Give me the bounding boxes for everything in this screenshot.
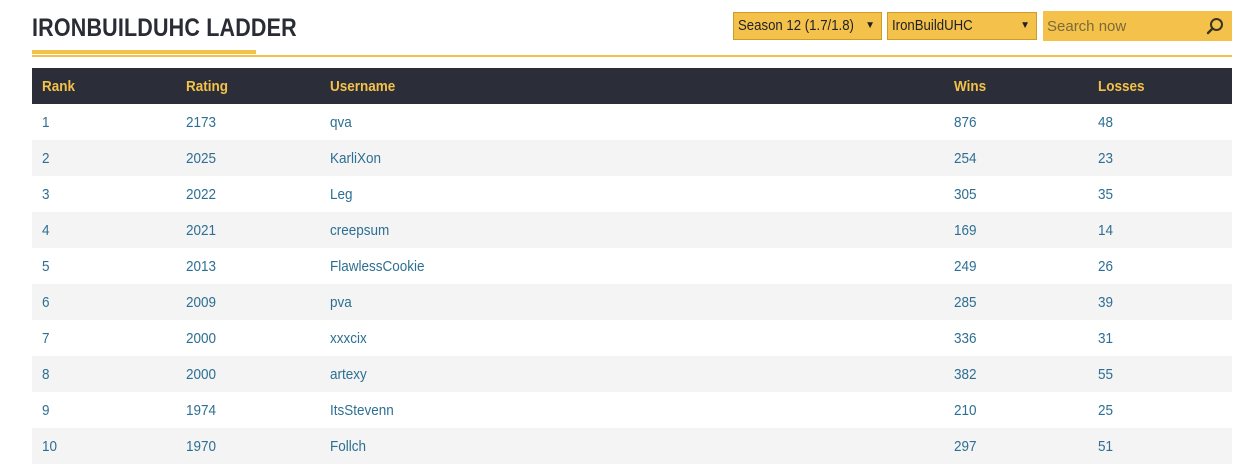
rating-cell: 2000: [186, 365, 217, 383]
rank-cell: 2: [42, 149, 50, 167]
losses-cell: 25: [1098, 401, 1114, 419]
column-header-rank[interactable]: Rank: [32, 68, 176, 104]
search-input[interactable]: [1043, 11, 1203, 41]
wins-cell: 305: [954, 185, 977, 203]
username-link[interactable]: creepsum: [320, 212, 944, 248]
table-header-row: Rank Rating Username Wins Losses: [32, 68, 1232, 104]
wins-cell: 336: [954, 329, 977, 347]
chevron-down-icon: ▼: [1020, 20, 1030, 31]
column-header-rating[interactable]: Rating: [176, 68, 320, 104]
username-link[interactable]: xxxcix: [320, 320, 944, 356]
username-link[interactable]: ItsStevenn: [320, 392, 944, 428]
ladder-select-value: IronBuildUHC: [892, 17, 973, 34]
rating-cell: 1970: [186, 437, 217, 455]
wins-cell: 297: [954, 437, 977, 455]
wins-cell: 285: [954, 293, 977, 311]
rank-cell: 5: [42, 257, 50, 275]
table-row[interactable]: 10 1970 Follch 297 51: [32, 428, 1232, 464]
rating-cell: 2013: [186, 257, 217, 275]
wins-cell: 876: [954, 113, 977, 131]
search-box: [1043, 11, 1232, 41]
rank-cell: 8: [42, 365, 50, 383]
losses-cell: 51: [1098, 437, 1114, 455]
username-link[interactable]: pva: [320, 284, 944, 320]
losses-cell: 55: [1098, 365, 1114, 383]
table-row[interactable]: 6 2009 pva 285 39: [32, 284, 1232, 320]
table-row[interactable]: 2 2025 KarliXon 254 23: [32, 140, 1232, 176]
wins-cell: 210: [954, 401, 977, 419]
chevron-down-icon: ▼: [865, 20, 875, 31]
rank-cell: 10: [42, 437, 58, 455]
rank-cell: 1: [42, 113, 50, 131]
ladder-table: Rank Rating Username Wins Losses 1 2173 …: [32, 68, 1232, 464]
wins-cell: 249: [954, 257, 977, 275]
wins-cell: 382: [954, 365, 977, 383]
username-link[interactable]: KarliXon: [320, 140, 944, 176]
column-header-wins[interactable]: Wins: [944, 68, 1088, 104]
table-row[interactable]: 8 2000 artexy 382 55: [32, 356, 1232, 392]
table-row[interactable]: 7 2000 xxxcix 336 31: [32, 320, 1232, 356]
table-row[interactable]: 9 1974 ItsStevenn 210 25: [32, 392, 1232, 428]
rank-cell: 7: [42, 329, 50, 347]
username-link[interactable]: FlawlessCookie: [320, 248, 944, 284]
username-link[interactable]: qva: [320, 104, 944, 140]
column-header-losses[interactable]: Losses: [1088, 68, 1232, 104]
ladder-select[interactable]: IronBuildUHC ▼: [887, 12, 1037, 40]
username-link[interactable]: artexy: [320, 356, 944, 392]
rating-cell: 2173: [186, 113, 217, 131]
rating-cell: 1974: [186, 401, 217, 419]
rank-cell: 9: [42, 401, 50, 419]
season-select-value: Season 12 (1.7/1.8): [738, 17, 854, 34]
username-link[interactable]: Follch: [320, 428, 944, 464]
season-select[interactable]: Season 12 (1.7/1.8) ▼: [733, 12, 882, 40]
losses-cell: 48: [1098, 113, 1114, 131]
losses-cell: 14: [1098, 221, 1114, 239]
table-row[interactable]: 5 2013 FlawlessCookie 249 26: [32, 248, 1232, 284]
rank-cell: 6: [42, 293, 50, 311]
username-link[interactable]: Leg: [320, 176, 944, 212]
rating-cell: 2022: [186, 185, 217, 203]
losses-cell: 35: [1098, 185, 1114, 203]
wins-cell: 169: [954, 221, 977, 239]
losses-cell: 31: [1098, 329, 1114, 347]
rank-cell: 3: [42, 185, 50, 203]
losses-cell: 23: [1098, 149, 1114, 167]
rating-cell: 2025: [186, 149, 217, 167]
table-row[interactable]: 1 2173 qva 876 48: [32, 104, 1232, 140]
table-row[interactable]: 4 2021 creepsum 169 14: [32, 212, 1232, 248]
ladder-header: IRONBUILDUHC LADDER Season 12 (1.7/1.8) …: [32, 0, 1232, 58]
rank-cell: 4: [42, 221, 50, 239]
table-row[interactable]: 3 2022 Leg 305 35: [32, 176, 1232, 212]
losses-cell: 26: [1098, 257, 1114, 275]
rating-cell: 2009: [186, 293, 217, 311]
losses-cell: 39: [1098, 293, 1114, 311]
wins-cell: 254: [954, 149, 977, 167]
rating-cell: 2021: [186, 221, 217, 239]
rating-cell: 2000: [186, 329, 217, 347]
title-underline: [32, 50, 256, 54]
header-divider: [32, 55, 1232, 57]
page-title: IRONBUILDUHC LADDER: [32, 14, 297, 42]
search-icon[interactable]: [1206, 17, 1224, 35]
column-header-username[interactable]: Username: [320, 68, 944, 104]
